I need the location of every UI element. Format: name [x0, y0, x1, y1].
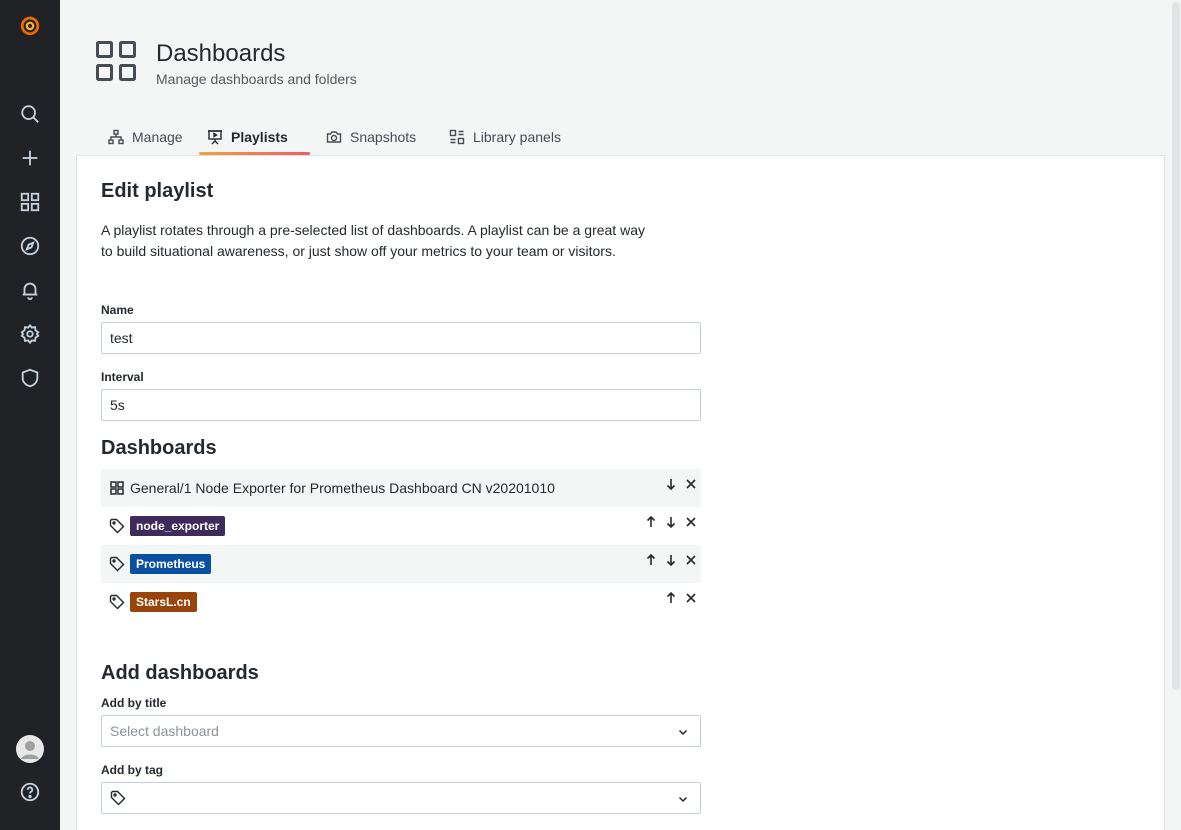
remove-icon[interactable] [684, 515, 698, 529]
gear-icon[interactable] [0, 312, 60, 356]
scrollbar-thumb[interactable] [1172, 2, 1180, 690]
tab-manage[interactable]: Manage [100, 118, 191, 155]
side-menu [0, 0, 60, 830]
playlist-item-title: General/1 Node Exporter for Prometheus D… [130, 480, 555, 496]
playlist-item-tag: StarsL.cn [101, 583, 701, 621]
move-down-icon[interactable] [664, 553, 678, 567]
scrollbar[interactable] [1169, 0, 1181, 830]
page-title: Dashboards [156, 40, 286, 67]
tag-icon [109, 556, 125, 572]
name-label: Name [101, 303, 134, 317]
page-subtitle: Manage dashboards and folders [156, 71, 357, 87]
help-icon[interactable] [0, 770, 60, 814]
camera-icon [326, 130, 342, 143]
library-panel-icon [449, 129, 465, 144]
move-up-icon[interactable] [664, 591, 678, 605]
search-icon[interactable] [0, 92, 60, 136]
select-dashboard-dropdown[interactable]: Select dashboard [101, 715, 701, 747]
tab-label: Playlists [231, 128, 288, 145]
tab-label: Snapshots [350, 128, 417, 145]
select-tag-dropdown[interactable] [101, 782, 701, 814]
add-dashboards-heading: Add dashboards [101, 662, 259, 684]
tab-playlists[interactable]: Playlists [199, 118, 310, 155]
move-up-icon[interactable] [644, 515, 658, 529]
tab-snapshots[interactable]: Snapshots [318, 118, 424, 155]
remove-icon[interactable] [684, 553, 698, 567]
plus-icon[interactable] [0, 136, 60, 180]
move-down-icon[interactable] [664, 515, 678, 529]
tag-icon [109, 594, 125, 610]
playlist-item-dashboard: General/1 Node Exporter for Prometheus D… [101, 469, 701, 507]
interval-label: Interval [101, 370, 144, 384]
grafana-logo-icon-svg [20, 15, 40, 36]
edit-playlist-heading: Edit playlist [101, 180, 214, 202]
select-placeholder: Select dashboard [110, 723, 219, 739]
tag-badge: StarsL.cn [130, 592, 197, 612]
tag-badge: node_exporter [130, 516, 226, 536]
presentation-play-icon [208, 129, 222, 144]
chevron-down-icon [678, 796, 688, 803]
dashboards-heading: Dashboards [101, 437, 217, 459]
tab-label: Library panels [473, 128, 561, 145]
add-by-title-label: Add by title [101, 696, 167, 710]
shield-icon[interactable] [0, 356, 60, 400]
apps-icon [110, 481, 124, 495]
interval-input[interactable] [101, 389, 701, 421]
remove-icon[interactable] [684, 477, 698, 491]
add-by-tag-label: Add by tag [101, 763, 163, 777]
grafana-logo-icon[interactable] [0, 3, 60, 47]
chevron-down-icon [678, 729, 688, 736]
avatar[interactable] [0, 727, 60, 771]
name-input[interactable] [101, 322, 701, 354]
dashboards-apps-icon [96, 41, 136, 81]
row-actions [611, 507, 701, 535]
tag-icon [109, 518, 125, 534]
move-down-icon[interactable] [664, 477, 678, 491]
tag-badge: Prometheus [130, 554, 212, 574]
playlist-description: A playlist rotates through a pre-selecte… [101, 222, 645, 259]
tab-label: Manage [132, 128, 183, 145]
row-actions [611, 469, 701, 497]
tag-icon [110, 790, 126, 806]
sitemap-icon [108, 129, 124, 144]
row-actions [611, 545, 701, 573]
tab-library-panels[interactable]: Library panels [441, 118, 569, 155]
compass-icon[interactable] [0, 224, 60, 268]
remove-icon[interactable] [684, 591, 698, 605]
row-actions [611, 583, 701, 611]
move-up-icon[interactable] [644, 553, 658, 567]
playlist-item-tag: node_exporter [101, 507, 701, 545]
playlist-item-tag: Prometheus [101, 545, 701, 583]
bell-icon[interactable] [0, 268, 60, 312]
apps-icon[interactable] [0, 180, 60, 224]
